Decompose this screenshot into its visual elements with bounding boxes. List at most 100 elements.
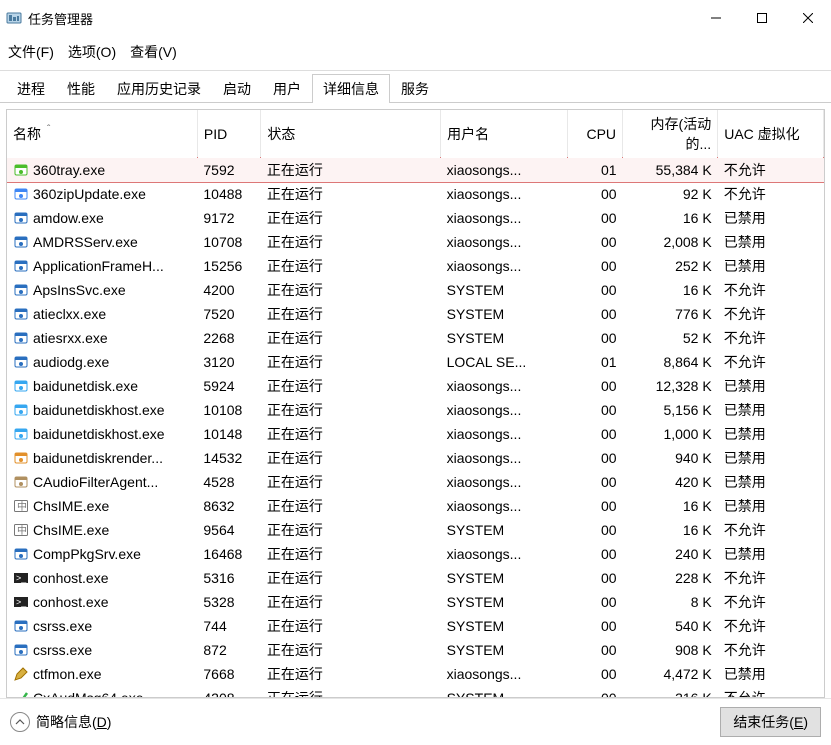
cell-cpu: 01	[568, 158, 623, 182]
cell-user: xiaosongs...	[441, 494, 568, 518]
tab-performance[interactable]: 性能	[56, 74, 106, 103]
tab-startup[interactable]: 启动	[212, 74, 262, 103]
tab-details[interactable]: 详细信息	[312, 74, 390, 103]
col-header-cpu[interactable]: CPU	[568, 110, 623, 158]
cell-uac: 已禁用	[718, 374, 824, 398]
col-header-name[interactable]: 名称ˆ	[7, 110, 197, 158]
cell-user: xiaosongs...	[441, 182, 568, 206]
cell-status: 正在运行	[261, 686, 441, 698]
tab-services[interactable]: 服务	[390, 74, 440, 103]
table-row[interactable]: baidunetdisk.exe5924正在运行xiaosongs...0012…	[7, 374, 824, 398]
cell-uac: 已禁用	[718, 230, 824, 254]
table-row[interactable]: audiodg.exe3120正在运行LOCAL SE...018,864 K不…	[7, 350, 824, 374]
table-row[interactable]: 360zipUpdate.exe10488正在运行xiaosongs...009…	[7, 182, 824, 206]
process-icon: >_	[13, 570, 29, 586]
cell-pid: 872	[197, 638, 260, 662]
table-row[interactable]: baidunetdiskhost.exe10108正在运行xiaosongs..…	[7, 398, 824, 422]
fewer-details-button[interactable]: 简略信息(D)	[10, 712, 111, 732]
cell-pid: 14532	[197, 446, 260, 470]
process-icon	[13, 402, 29, 418]
table-row[interactable]: ctfmon.exe7668正在运行xiaosongs...004,472 K已…	[7, 662, 824, 686]
cell-cpu: 00	[568, 494, 623, 518]
cell-pid: 4200	[197, 278, 260, 302]
table-row[interactable]: >_conhost.exe5328正在运行SYSTEM008 K不允许	[7, 590, 824, 614]
table-row[interactable]: baidunetdiskrender...14532正在运行xiaosongs.…	[7, 446, 824, 470]
cell-memory: 52 K	[623, 326, 718, 350]
table-row[interactable]: AMDRSServ.exe10708正在运行xiaosongs...002,00…	[7, 230, 824, 254]
close-button[interactable]	[785, 2, 831, 34]
col-header-pid[interactable]: PID	[197, 110, 260, 158]
process-icon	[13, 210, 29, 226]
cell-uac: 不允许	[718, 182, 824, 206]
process-icon	[13, 354, 29, 370]
cell-status: 正在运行	[261, 638, 441, 662]
table-row[interactable]: 360tray.exe7592正在运行xiaosongs...0155,384 …	[7, 158, 824, 182]
table-row[interactable]: atieclxx.exe7520正在运行SYSTEM00776 K不允许	[7, 302, 824, 326]
table-row[interactable]: atiesrxx.exe2268正在运行SYSTEM0052 K不允许	[7, 326, 824, 350]
process-icon	[13, 378, 29, 394]
table-row[interactable]: csrss.exe872正在运行SYSTEM00908 K不允许	[7, 638, 824, 662]
table-row[interactable]: baidunetdiskhost.exe10148正在运行xiaosongs..…	[7, 422, 824, 446]
table-row[interactable]: csrss.exe744正在运行SYSTEM00540 K不允许	[7, 614, 824, 638]
menu-file[interactable]: 文件(F)	[6, 40, 56, 64]
table-scroll[interactable]: 名称ˆ PID 状态 用户名 CPU 内存(活动的... UAC 虚拟化 360…	[6, 109, 825, 698]
fewer-details-label: 简略信息(D)	[36, 712, 111, 732]
cell-name: CxAudMsg64.exe	[7, 686, 197, 698]
svg-text:中: 中	[17, 500, 27, 513]
cell-cpu: 00	[568, 278, 623, 302]
sort-indicator-icon: ˆ	[47, 124, 50, 135]
cell-cpu: 00	[568, 518, 623, 542]
menu-view[interactable]: 查看(V)	[128, 40, 179, 64]
table-row[interactable]: >_conhost.exe5316正在运行SYSTEM00228 K不允许	[7, 566, 824, 590]
table-row[interactable]: ApplicationFrameH...15256正在运行xiaosongs..…	[7, 254, 824, 278]
cell-memory: 5,156 K	[623, 398, 718, 422]
cell-name: 360tray.exe	[7, 158, 197, 182]
table-row[interactable]: amdow.exe9172正在运行xiaosongs...0016 K已禁用	[7, 206, 824, 230]
table-row[interactable]: CxAudMsg64.exe4208正在运行SYSTEM00316 K不允许	[7, 686, 824, 698]
table-row[interactable]: CAudioFilterAgent...4528正在运行xiaosongs...…	[7, 470, 824, 494]
svg-text:中: 中	[17, 524, 27, 537]
minimize-button[interactable]	[693, 2, 739, 34]
tab-app-history[interactable]: 应用历史记录	[106, 74, 212, 103]
col-header-user[interactable]: 用户名	[441, 110, 568, 158]
table-row[interactable]: CompPkgSrv.exe16468正在运行xiaosongs...00240…	[7, 542, 824, 566]
cell-uac: 已禁用	[718, 470, 824, 494]
cell-memory: 92 K	[623, 182, 718, 206]
cell-name: ApplicationFrameH...	[7, 254, 197, 278]
cell-name: CompPkgSrv.exe	[7, 542, 197, 566]
cell-memory: 776 K	[623, 302, 718, 326]
table-row[interactable]: 中ChsIME.exe8632正在运行xiaosongs...0016 K已禁用	[7, 494, 824, 518]
process-table: 名称ˆ PID 状态 用户名 CPU 内存(活动的... UAC 虚拟化 360…	[7, 110, 824, 698]
cell-status: 正在运行	[261, 326, 441, 350]
cell-pid: 10108	[197, 398, 260, 422]
cell-pid: 4528	[197, 470, 260, 494]
cell-status: 正在运行	[261, 542, 441, 566]
cell-name: >_conhost.exe	[7, 590, 197, 614]
maximize-button[interactable]	[739, 2, 785, 34]
menu-options[interactable]: 选项(O)	[66, 40, 118, 64]
process-icon	[13, 426, 29, 442]
col-header-memory[interactable]: 内存(活动的...	[623, 110, 718, 158]
cell-user: SYSTEM	[441, 326, 568, 350]
cell-cpu: 00	[568, 398, 623, 422]
end-task-button[interactable]: 结束任务(E)	[720, 707, 821, 737]
cell-pid: 5328	[197, 590, 260, 614]
cell-memory: 240 K	[623, 542, 718, 566]
cell-memory: 16 K	[623, 518, 718, 542]
col-header-uac[interactable]: UAC 虚拟化	[718, 110, 824, 158]
tab-users[interactable]: 用户	[262, 74, 312, 103]
cell-cpu: 00	[568, 302, 623, 326]
tab-processes[interactable]: 进程	[6, 74, 56, 103]
cell-memory: 940 K	[623, 446, 718, 470]
cell-user: xiaosongs...	[441, 542, 568, 566]
cell-pid: 7592	[197, 158, 260, 182]
cell-user: SYSTEM	[441, 590, 568, 614]
process-icon: 中	[13, 498, 29, 514]
footer: 简略信息(D) 结束任务(E)	[0, 698, 831, 745]
table-row[interactable]: ApsInsSvc.exe4200正在运行SYSTEM0016 K不允许	[7, 278, 824, 302]
cell-memory: 2,008 K	[623, 230, 718, 254]
col-header-status[interactable]: 状态	[261, 110, 441, 158]
cell-uac: 不允许	[718, 518, 824, 542]
table-row[interactable]: 中ChsIME.exe9564正在运行SYSTEM0016 K不允许	[7, 518, 824, 542]
process-icon	[13, 258, 29, 274]
